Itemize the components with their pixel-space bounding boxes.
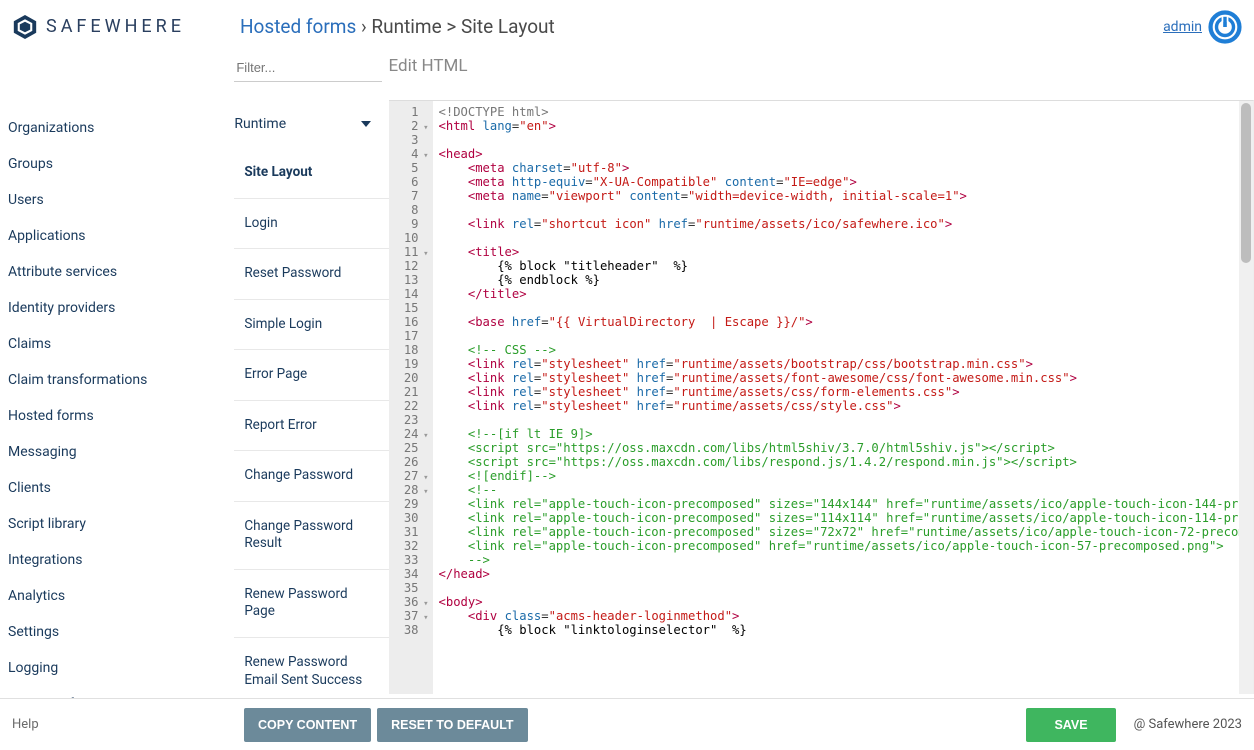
scrollbar-track[interactable] [1239, 101, 1253, 694]
chevron-down-icon [361, 121, 371, 127]
sidebar-item-logging[interactable]: Logging [8, 650, 234, 686]
sidebar-item-applications[interactable]: Applications [8, 218, 234, 254]
footer-brand: @ Safewhere 2023 [1134, 717, 1242, 732]
breadcrumb-link[interactable]: Hosted forms [240, 15, 356, 38]
header-right: admin [1163, 10, 1242, 44]
app-header: SAFEWHERE Hosted forms › Runtime > Site … [0, 0, 1254, 54]
sidebar-item-organizations[interactable]: Organizations [8, 110, 234, 146]
sub-item-renew-password-email-sent-success[interactable]: Renew Password Email Sent Success [234, 638, 388, 706]
editor-title: Edit HTML [389, 54, 1254, 100]
sub-item-report-error[interactable]: Report Error [234, 401, 388, 452]
sidebar-item-script-library[interactable]: Script library [8, 506, 234, 542]
save-button[interactable]: SAVE [1026, 708, 1115, 742]
sidebar: OrganizationsGroupsUsersApplicationsAttr… [0, 54, 234, 694]
section-runtime[interactable]: Runtime [234, 116, 388, 132]
sidebar-item-messaging[interactable]: Messaging [8, 434, 234, 470]
body-row: OrganizationsGroupsUsersApplicationsAttr… [0, 54, 1254, 694]
sub-item-reset-password[interactable]: Reset Password [234, 249, 388, 300]
code-editor[interactable]: 12▾34▾567891011▾121314151617181920212223… [389, 100, 1254, 694]
sidebar-item-hosted-forms[interactable]: Hosted forms [8, 398, 234, 434]
logo[interactable]: SAFEWHERE [12, 14, 240, 40]
sub-item-renew-password-page[interactable]: Renew Password Page [234, 570, 388, 638]
editor-panel: Edit HTML 12▾34▾567891011▾12131415161718… [389, 54, 1254, 694]
sub-item-change-password-result[interactable]: Change Password Result [234, 502, 388, 570]
section-label: Runtime [234, 116, 286, 132]
help-link[interactable]: Help [12, 717, 244, 732]
sidebar-item-attribute-services[interactable]: Attribute services [8, 254, 234, 290]
sidebar-item-analytics[interactable]: Analytics [8, 578, 234, 614]
sub-item-change-password[interactable]: Change Password [234, 451, 388, 502]
sidebar-item-users[interactable]: Users [8, 182, 234, 218]
sidebar-item-integrations[interactable]: Integrations [8, 542, 234, 578]
logo-text: SAFEWHERE [46, 16, 185, 37]
breadcrumb-current: Runtime > Site Layout [371, 15, 554, 38]
sub-item-login[interactable]: Login [234, 199, 388, 250]
sub-item-error-page[interactable]: Error Page [234, 350, 388, 401]
user-link[interactable]: admin [1163, 19, 1202, 35]
logo-icon [12, 14, 38, 40]
breadcrumb: Hosted forms › Runtime > Site Layout [240, 15, 555, 38]
sidebar-item-groups[interactable]: Groups [8, 146, 234, 182]
line-gutter: 12▾34▾567891011▾121314151617181920212223… [389, 101, 433, 694]
sidebar-item-claim-transformations[interactable]: Claim transformations [8, 362, 234, 398]
sidebar-item-identity-providers[interactable]: Identity providers [8, 290, 234, 326]
footer: Help COPY CONTENT RESET TO DEFAULT SAVE … [0, 698, 1254, 750]
power-icon[interactable] [1208, 10, 1242, 44]
secondary-nav: Runtime Site LayoutLoginReset PasswordSi… [234, 54, 388, 694]
sidebar-item-settings[interactable]: Settings [8, 614, 234, 650]
copy-content-button[interactable]: COPY CONTENT [244, 708, 371, 742]
sub-item-site-layout[interactable]: Site Layout [234, 148, 388, 199]
sidebar-item-claims[interactable]: Claims [8, 326, 234, 362]
sidebar-item-clients[interactable]: Clients [8, 470, 234, 506]
code-content[interactable]: <!DOCTYPE html><html lang="en"> <head> <… [433, 101, 1253, 694]
scrollbar-thumb[interactable] [1241, 103, 1251, 263]
sub-item-simple-login[interactable]: Simple Login [234, 300, 388, 351]
filter-input[interactable] [234, 54, 382, 82]
reset-default-button[interactable]: RESET TO DEFAULT [377, 708, 527, 742]
